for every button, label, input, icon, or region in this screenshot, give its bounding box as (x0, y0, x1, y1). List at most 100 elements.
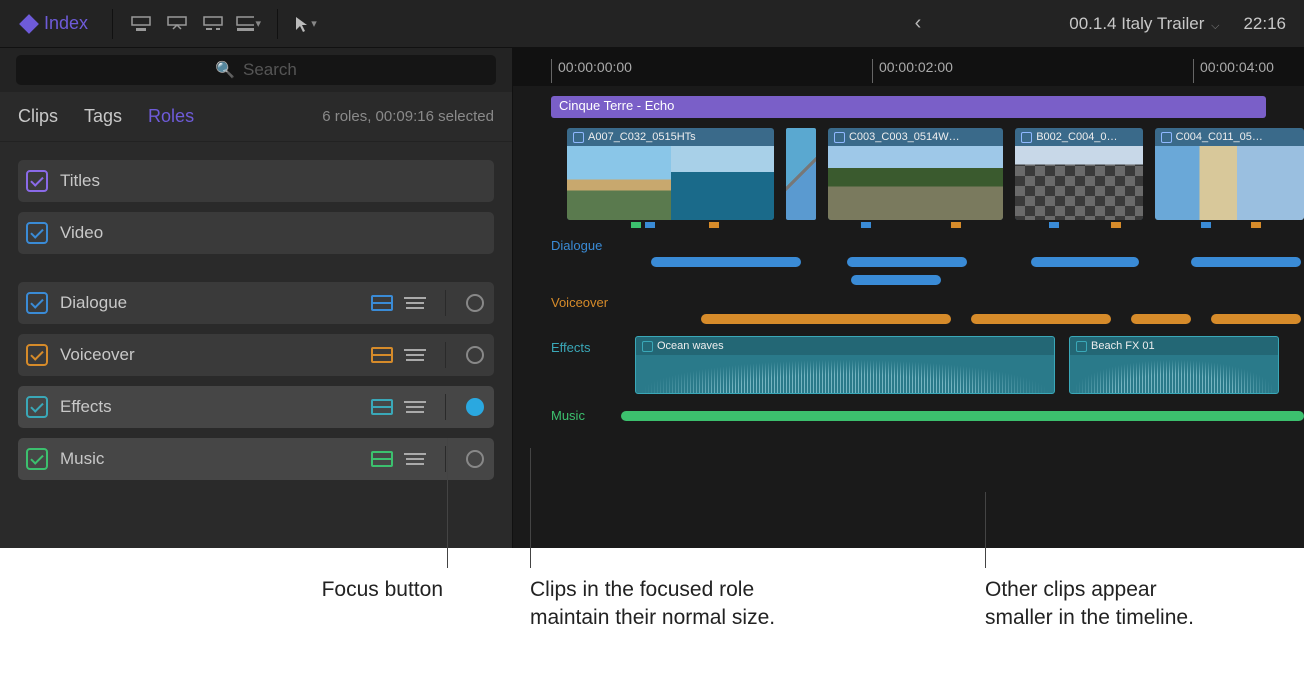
collapse-subroles-icon[interactable] (405, 453, 425, 465)
collapse-subroles-icon[interactable] (405, 297, 425, 309)
show-lane-icon[interactable] (371, 295, 393, 311)
audio-clip[interactable] (1211, 314, 1301, 324)
search-input[interactable]: 🔍 Search (16, 55, 496, 85)
connect-tool-icon[interactable] (127, 10, 155, 38)
append-tool-icon[interactable] (199, 10, 227, 38)
show-lane-icon[interactable] (371, 451, 393, 467)
clip-markers (551, 222, 1304, 232)
pointer-tool-icon[interactable]: ▾ (292, 10, 320, 38)
clip-label: A007_C032_0515HTs (567, 128, 774, 146)
role-name: Voiceover (60, 345, 359, 365)
role-row-voiceover[interactable]: Voiceover (18, 334, 494, 376)
index-label: Index (44, 13, 88, 34)
video-clip[interactable]: B002_C004_0… (1015, 128, 1142, 220)
toolbar: Index ▾ ▾ ‹ 00.1.4 Italy Trailer ⌵ 22:16 (0, 0, 1304, 48)
audio-clip[interactable] (701, 314, 951, 324)
checkbox-icon[interactable] (26, 222, 48, 244)
dialogue-lane (551, 255, 1304, 271)
role-row-music[interactable]: Music (18, 438, 494, 480)
checkbox-icon[interactable] (26, 396, 48, 418)
project-title[interactable]: 00.1.4 Italy Trailer ⌵ (1069, 14, 1221, 34)
tab-clips[interactable]: Clips (18, 106, 58, 127)
audio-clip[interactable] (851, 275, 941, 285)
role-row-dialogue[interactable]: Dialogue (18, 282, 494, 324)
show-lane-icon[interactable] (371, 347, 393, 363)
waveform-icon (636, 359, 1054, 393)
search-placeholder: Search (243, 60, 297, 80)
role-name: Titles (60, 171, 484, 191)
lane-label-music: Music (551, 408, 605, 423)
timeline-ruler[interactable]: 00:00:00:00 00:00:02:00 00:00:04:00 (513, 48, 1304, 86)
video-clip[interactable]: C003_C003_0514W… (828, 128, 1003, 220)
roles-selection-info: 6 roles, 00:09:16 selected (220, 108, 494, 125)
effects-lane: Effects Ocean waves Beach FX 01 (513, 336, 1304, 394)
checkbox-icon[interactable] (26, 292, 48, 314)
clip-label: C004_C011_05… (1155, 128, 1304, 146)
collapse-subroles-icon[interactable] (405, 401, 425, 413)
video-clip[interactable]: A007_C032_0515HTs (567, 128, 774, 220)
title-clip[interactable]: Cinque Terre - Echo (551, 96, 1266, 118)
show-lane-icon[interactable] (371, 399, 393, 415)
divider (112, 9, 113, 39)
index-sidebar: 🔍 Search Clips Tags Roles 6 roles, 00:09… (0, 48, 513, 548)
audio-clip[interactable] (847, 257, 967, 267)
audio-clip[interactable] (651, 257, 801, 267)
transition[interactable] (786, 128, 816, 220)
search-icon: 🔍 (215, 60, 235, 80)
focus-button[interactable] (466, 346, 484, 364)
ruler-tick: 00:00:04:00 (1200, 59, 1274, 75)
project-duration: 22:16 (1243, 14, 1286, 34)
clip-label: Beach FX 01 (1070, 337, 1278, 355)
audio-clip[interactable] (1031, 257, 1139, 267)
collapse-subroles-icon[interactable] (405, 349, 425, 361)
role-name: Video (60, 223, 484, 243)
role-row-effects[interactable]: Effects (18, 386, 494, 428)
voiceover-lane (551, 312, 1304, 328)
lane-label-dialogue: Dialogue (513, 238, 1304, 253)
insert-tool-icon[interactable] (163, 10, 191, 38)
clip-label: B002_C004_0… (1015, 128, 1142, 146)
effects-clip[interactable]: Beach FX 01 (1069, 336, 1279, 394)
lane-label-voiceover: Voiceover (513, 295, 1304, 310)
timeline[interactable]: 00:00:00:00 00:00:02:00 00:00:04:00 Cinq… (513, 48, 1304, 548)
history-back-icon[interactable]: ‹ (915, 12, 922, 35)
focus-button[interactable] (466, 294, 484, 312)
callout-focus: Focus button (303, 576, 443, 604)
focus-button[interactable] (466, 398, 484, 416)
index-button[interactable]: Index (12, 9, 98, 38)
lane-label-effects: Effects (551, 336, 621, 355)
music-clip[interactable] (621, 411, 1304, 421)
search-row: 🔍 Search (0, 48, 512, 92)
ruler-tick: 00:00:00:00 (558, 59, 632, 75)
ruler-tick: 00:00:02:00 (879, 59, 953, 75)
primary-storyline: A007_C032_0515HTs C003_C003_0514W… B002_… (513, 128, 1304, 220)
role-row-video[interactable]: Video (18, 212, 494, 254)
checkbox-icon[interactable] (26, 448, 48, 470)
overwrite-tool-icon[interactable]: ▾ (235, 10, 263, 38)
checkbox-icon[interactable] (26, 344, 48, 366)
index-icon (19, 14, 39, 34)
role-row-titles[interactable]: Titles (18, 160, 494, 202)
role-name: Music (60, 449, 359, 469)
callout-other-clips: Other clips appear smaller in the timeli… (985, 576, 1215, 633)
audio-clip[interactable] (1131, 314, 1191, 324)
audio-clip[interactable] (1191, 257, 1301, 267)
tab-roles[interactable]: Roles (148, 106, 194, 127)
tab-tags[interactable]: Tags (84, 106, 122, 127)
checkbox-icon[interactable] (26, 170, 48, 192)
index-tabs: Clips Tags Roles 6 roles, 00:09:16 selec… (0, 92, 512, 142)
waveform-icon (1070, 359, 1278, 393)
audio-clip[interactable] (971, 314, 1111, 324)
divider (277, 9, 278, 39)
app-window: Index ▾ ▾ ‹ 00.1.4 Italy Trailer ⌵ 22:16 (0, 0, 1304, 548)
chevron-down-icon: ▾ (254, 17, 264, 30)
music-lane: Music (513, 408, 1304, 423)
effects-clip[interactable]: Ocean waves (635, 336, 1055, 394)
focus-button[interactable] (466, 450, 484, 468)
annotations: Focus button Clips in the focused role m… (0, 548, 1304, 682)
chevron-down-icon: ▾ (309, 17, 319, 30)
video-clip[interactable]: C004_C011_05… (1155, 128, 1304, 220)
role-name: Effects (60, 397, 359, 417)
clip-label: Ocean waves (636, 337, 1054, 355)
dialogue-lane-2 (551, 273, 1304, 289)
